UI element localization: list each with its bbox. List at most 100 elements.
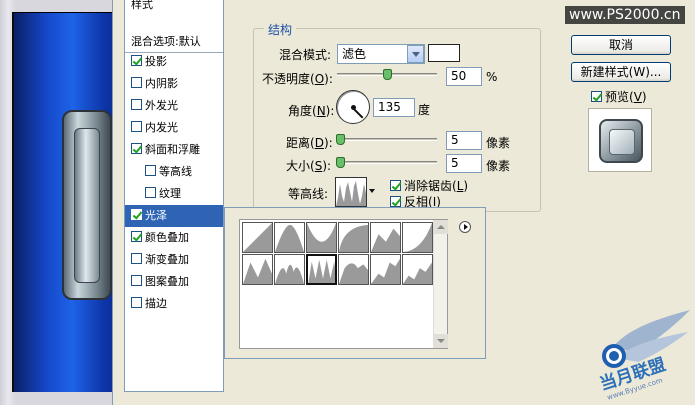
contour-preset[interactable] (274, 254, 305, 285)
size-slider-thumb[interactable] (336, 157, 345, 168)
style-list-item[interactable]: 混合选项:默认 (125, 31, 223, 53)
size-input[interactable]: 5 (446, 154, 482, 173)
contour-curve-icon (275, 264, 304, 284)
size-slider[interactable] (337, 161, 437, 164)
preview-checkbox[interactable]: 预览(V) (591, 88, 647, 105)
distance-unit: 像素 (486, 136, 511, 150)
chevron-down-icon[interactable] (407, 45, 424, 63)
opacity-label: 不透明度(O): (262, 72, 333, 86)
checkbox-icon[interactable] (131, 209, 142, 220)
opacity-slider-thumb[interactable] (383, 69, 392, 80)
opacity-unit: % (486, 70, 498, 84)
opacity-input[interactable]: 50 (446, 67, 482, 86)
style-list-item-label: 样式 (131, 0, 153, 11)
angle-input[interactable]: 135 (373, 98, 415, 117)
style-list-item[interactable]: 等高线 (125, 161, 223, 183)
contour-curve-icon (308, 259, 335, 283)
checkbox-icon[interactable] (145, 165, 156, 176)
style-list-item-label: 等高线 (159, 165, 192, 178)
style-list-item-label: 斜面和浮雕 (145, 143, 200, 156)
contour-curve-icon (307, 223, 336, 252)
angle-dial-center (351, 105, 356, 110)
style-list-item-label: 描边 (145, 297, 167, 310)
style-list-item-label: 内阴影 (145, 77, 178, 90)
checkbox-icon[interactable] (131, 275, 142, 286)
style-list-item[interactable]: 渐变叠加 (125, 249, 223, 271)
contour-preset[interactable] (338, 222, 369, 253)
blend-mode-label: 混合模式: (279, 48, 332, 62)
contour-curve-icon (371, 228, 400, 252)
style-list-item[interactable]: 投影 (125, 51, 223, 73)
style-list-item-label: 纹理 (159, 187, 181, 200)
contour-preset[interactable] (370, 254, 401, 285)
checkbox-icon[interactable] (145, 187, 156, 198)
style-list-item[interactable]: 描边 (125, 293, 223, 315)
style-list-item-label: 图案叠加 (145, 275, 189, 288)
contour-preset[interactable] (242, 254, 273, 285)
checkbox-icon[interactable] (131, 253, 142, 264)
distance-label: 距离(D): (286, 136, 333, 150)
style-list-item-label: 投影 (145, 55, 167, 68)
style-list-item[interactable]: 斜面和浮雕 (125, 139, 223, 161)
checkbox-icon[interactable] (131, 121, 142, 132)
checkbox-icon[interactable] (131, 297, 142, 308)
style-list-item-label: 光泽 (145, 209, 167, 222)
contour-dropdown-icon[interactable] (366, 177, 377, 207)
scroll-up-icon[interactable] (434, 220, 448, 234)
blend-mode-value: 滤色 (342, 47, 367, 61)
scroll-down-icon[interactable] (434, 334, 448, 348)
style-list-item[interactable]: 纹理 (125, 183, 223, 205)
style-list-item-label: 渐变叠加 (145, 253, 189, 266)
angle-dial[interactable] (336, 90, 370, 124)
cancel-button[interactable]: 取消 (571, 35, 671, 55)
style-list-item[interactable]: 外发光 (125, 95, 223, 117)
preview-check-icon (591, 91, 602, 102)
style-list-item-label: 外发光 (145, 99, 178, 112)
style-list-item[interactable]: 样式 (125, 0, 223, 16)
style-list-item[interactable]: 内阴影 (125, 73, 223, 95)
checkbox-icon[interactable] (131, 231, 142, 242)
color-swatch[interactable] (428, 44, 460, 62)
distance-slider-thumb[interactable] (336, 134, 345, 145)
invert-check-icon (390, 196, 401, 207)
checkbox-icon[interactable] (131, 99, 142, 110)
contour-curve-icon (339, 224, 368, 252)
style-list: 样式混合选项:默认投影内阴影外发光内发光斜面和浮雕等高线纹理光泽颜色叠加渐变叠加… (124, 0, 224, 392)
checkbox-icon[interactable] (131, 55, 142, 66)
style-list-item[interactable]: 光泽 (125, 205, 223, 227)
style-list-item-label: 内发光 (145, 121, 178, 134)
contour-preset[interactable] (242, 222, 273, 253)
contour-label: 等高线: (288, 187, 329, 201)
distance-input[interactable]: 5 (446, 131, 482, 150)
style-list-item-label: 颜色叠加 (145, 231, 189, 244)
size-unit: 像素 (486, 159, 511, 173)
new-style-button[interactable]: 新建样式(W)... (571, 62, 671, 82)
contour-preset[interactable] (306, 254, 337, 285)
contour-curve-icon (403, 262, 432, 284)
contour-preset-grid (239, 219, 448, 349)
size-label: 大小(S): (286, 159, 332, 173)
contour-preset[interactable] (306, 222, 337, 253)
contour-curve-icon (339, 263, 368, 284)
contour-curve-icon (243, 223, 272, 252)
checkbox-icon[interactable] (131, 77, 142, 88)
anti-alias-checkbox[interactable]: 消除锯齿(L) (390, 177, 468, 194)
watermark-text: www.PS2000.cn (565, 6, 685, 24)
contour-curve-icon (243, 258, 272, 284)
style-list-item[interactable]: 颜色叠加 (125, 227, 223, 249)
checkbox-icon[interactable] (131, 143, 142, 154)
contour-grid-scrollbar[interactable] (433, 220, 448, 348)
style-list-item[interactable]: 内发光 (125, 117, 223, 139)
contour-curve-icon (403, 223, 432, 252)
contour-preset[interactable] (402, 254, 433, 285)
distance-slider[interactable] (337, 138, 437, 141)
contour-curve-icon (275, 224, 304, 252)
style-list-item[interactable]: 图案叠加 (125, 271, 223, 293)
metal-shape-inner (74, 128, 100, 283)
style-list-item-label: 混合选项:默认 (131, 35, 201, 48)
popup-menu-icon[interactable] (459, 221, 471, 233)
contour-preset[interactable] (338, 254, 369, 285)
contour-preset[interactable] (274, 222, 305, 253)
contour-preset[interactable] (402, 222, 433, 253)
contour-preset[interactable] (370, 222, 401, 253)
